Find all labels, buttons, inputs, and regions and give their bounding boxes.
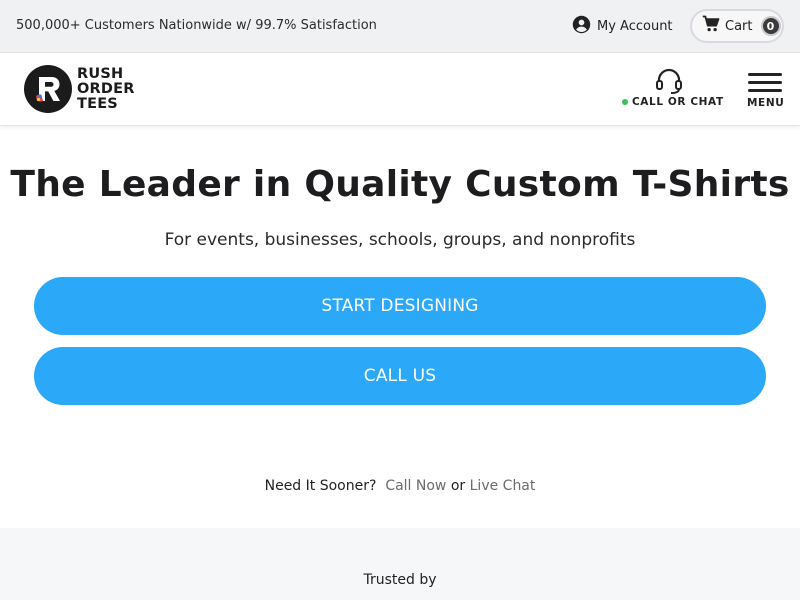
need-it-sooner: Need It Sooner? Call Now or Live Chat [0, 478, 800, 494]
my-account-label: My Account [597, 19, 673, 34]
logo-wordmark: RUSH ORDER TEES [77, 65, 135, 112]
start-designing-button[interactable]: START DESIGNING [34, 277, 766, 335]
logo-mark-icon [24, 65, 72, 113]
cart-icon [702, 15, 720, 37]
call-or-chat-button[interactable]: CALL OR CHAT [620, 67, 723, 113]
need-it-sooner-label: Need It Sooner? [264, 478, 377, 494]
or-text: or [450, 478, 466, 494]
logo[interactable]: RUSH ORDER TEES [24, 65, 135, 113]
top-bar: 500,000+ Customers Nationwide w/ 99.7% S… [0, 0, 800, 53]
hero-subtitle: For events, businesses, schools, groups,… [164, 230, 636, 250]
my-account-link[interactable]: My Account [572, 15, 673, 38]
cart-count-badge: 0 [760, 16, 781, 36]
online-status-dot [622, 99, 628, 105]
trusted-by-section: Trusted by [0, 528, 800, 600]
cart-button[interactable]: Cart 0 [690, 9, 784, 43]
menu-button[interactable]: MENU [746, 73, 784, 113]
promo-text: 500,000+ Customers Nationwide w/ 99.7% S… [16, 18, 377, 33]
menu-label: MENU [747, 97, 785, 109]
logo-line-2: ORDER [77, 80, 135, 97]
live-chat-link[interactable]: Live Chat [470, 478, 536, 494]
headset-icon [656, 68, 682, 94]
call-us-button[interactable]: CALL US [34, 347, 766, 405]
hero-title: The Leader in Quality Custom T-Shirts [10, 164, 790, 205]
cart-label: Cart [725, 18, 753, 34]
trusted-by-label: Trusted by [363, 572, 437, 588]
site-header: RUSH ORDER TEES CALL OR CHAT MENU [0, 53, 800, 126]
user-circle-icon [572, 15, 591, 38]
logo-line-3: TEES [77, 95, 118, 112]
call-or-chat-label: CALL OR CHAT [632, 96, 724, 108]
logo-line-1: RUSH [77, 65, 124, 82]
call-now-link[interactable]: Call Now [385, 478, 446, 494]
